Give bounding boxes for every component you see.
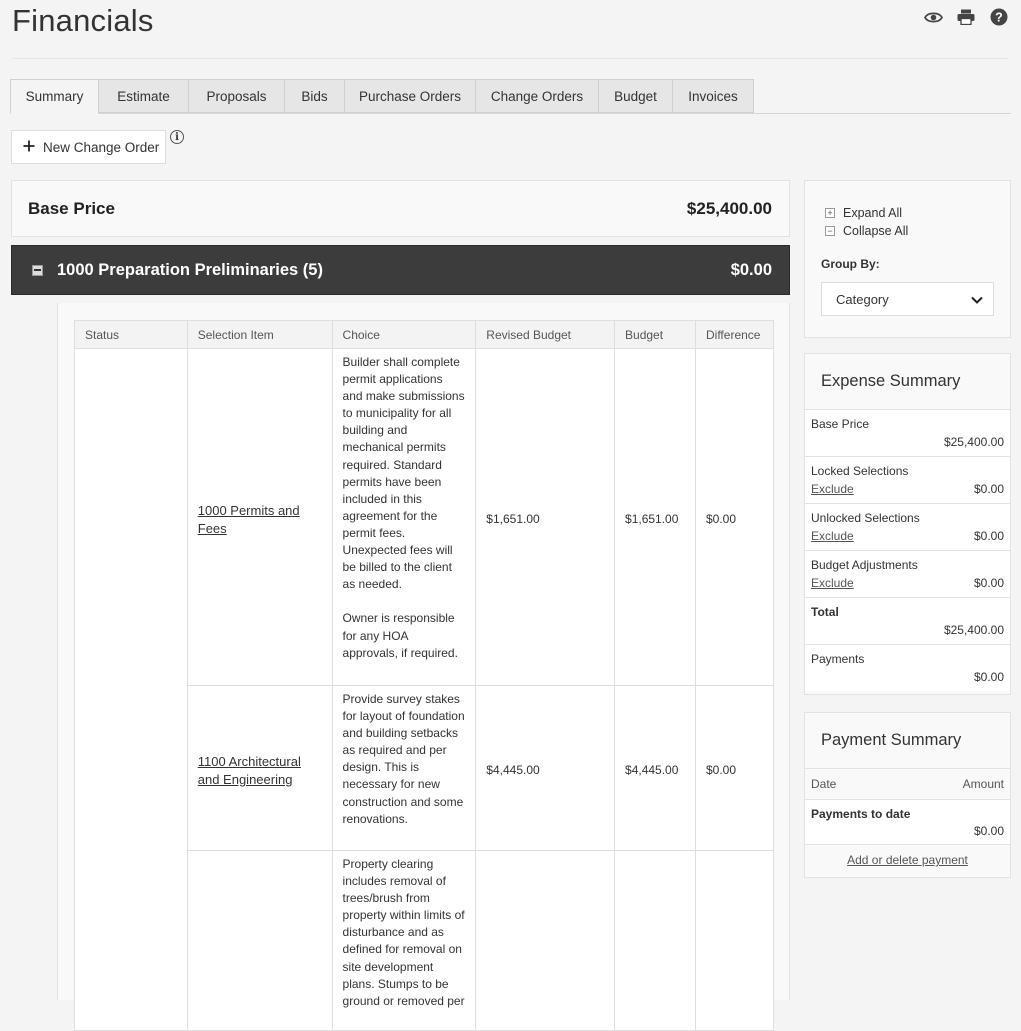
selection-item-link[interactable]: 1100 Architectural and Engineering (198, 754, 301, 787)
base-price-label: Base Price (28, 198, 115, 218)
page-title: Financials (12, 3, 154, 38)
col-amount: Amount (962, 777, 1004, 791)
expense-item-value: $0.00 (973, 529, 1004, 543)
payment-summary-panel: Payment Summary Date Amount Payments to … (804, 712, 1011, 878)
tab-budget[interactable]: Budget (598, 79, 673, 113)
budget-cell (614, 850, 696, 1031)
table-row: 1000 Permits and Fees Builder shall comp… (74, 348, 775, 1031)
table-header-row: Status Selection Item Choice Revised Bud… (74, 320, 775, 349)
budget-cell: $4,445.00 (614, 685, 696, 851)
plus-icon (23, 140, 35, 155)
expense-item: Locked Selections Exclude $0.00 (805, 457, 1010, 504)
col-revised-budget: Revised Budget (475, 320, 616, 349)
expense-item: Unlocked Selections Exclude $0.00 (805, 504, 1010, 551)
col-selection-item: Selection Item (186, 320, 333, 349)
status-cell (74, 348, 188, 1031)
col-status: Status (74, 320, 188, 349)
expense-summary-panel: Expense Summary Base Price $25,400.00 Lo… (804, 353, 1011, 695)
eye-icon[interactable] (923, 8, 943, 26)
printer-icon[interactable] (956, 8, 976, 26)
new-change-order-button[interactable]: New Change Order (11, 130, 166, 164)
view-options-panel: + Expand All − Collapse All Group By: Ca… (804, 180, 1011, 338)
base-price-value: $25,400.00 (686, 198, 772, 218)
tabs-divider (10, 113, 1011, 114)
expense-item-label: Locked Selections (811, 464, 909, 478)
expense-item: Payments $0.00 (805, 645, 1010, 691)
expense-item-label: Payments (811, 652, 865, 666)
selection-table-container: Status Selection Item Choice Revised Bud… (57, 303, 790, 1031)
difference-cell: $0.00 (694, 685, 775, 851)
choice-cell: Provide survey stakes for layout of foun… (331, 685, 477, 851)
expense-item-value: $0.00 (973, 576, 1004, 590)
collapse-all-label: Collapse All (843, 224, 909, 238)
category-total: $0.00 (730, 260, 772, 279)
expense-item-value: $0.00 (973, 670, 1004, 684)
collapse-category-icon[interactable] (32, 264, 43, 276)
expense-item: Budget Adjustments Exclude $0.00 (805, 551, 1010, 598)
exclude-link[interactable]: Exclude (811, 528, 854, 544)
selection-item-link[interactable]: 1000 Permits and Fees (198, 503, 300, 536)
chevron-down-icon (971, 292, 983, 307)
help-icon[interactable]: ? (989, 8, 1009, 26)
payments-to-date-value: $0.00 (973, 824, 1004, 838)
payments-to-date-label: Payments to date (811, 807, 911, 821)
expense-item: Base Price $25,400.00 (805, 410, 1010, 457)
selection-table: Status Selection Item Choice Revised Bud… (74, 320, 775, 1031)
payments-to-date-row: Payments to date $0.00 (805, 800, 1010, 845)
tab-bar: Summary Estimate Proposals Bids Purchase… (10, 79, 1021, 114)
budget-cell: $1,651.00 (614, 348, 696, 686)
col-choice: Choice (331, 320, 477, 349)
expense-total-label: Total (811, 605, 839, 619)
payment-table-header: Date Amount (805, 769, 1010, 800)
payment-summary-title: Payment Summary (805, 713, 1010, 769)
header-divider (12, 58, 1009, 59)
col-difference: Difference (694, 320, 775, 349)
expand-all-button[interactable]: + Expand All (825, 206, 902, 220)
expand-icon: + (825, 208, 835, 218)
expand-all-label: Expand All (843, 206, 903, 220)
group-by-value: Category (836, 291, 889, 307)
collapse-all-button[interactable]: − Collapse All (825, 224, 908, 238)
revised-budget-cell: $4,445.00 (475, 685, 616, 851)
tab-purchase-orders[interactable]: Purchase Orders (344, 79, 476, 113)
add-delete-payment-link[interactable]: Add or delete payment (805, 845, 1010, 867)
header-actions: ? (923, 8, 1009, 26)
expense-total-value: $25,400.00 (943, 623, 1004, 637)
expense-item-value: $0.00 (973, 482, 1004, 496)
col-budget: Budget (614, 320, 696, 349)
collapse-icon: − (825, 226, 835, 236)
expense-item-label: Budget Adjustments (811, 558, 918, 572)
tab-change-orders[interactable]: Change Orders (475, 79, 599, 113)
group-by-select[interactable]: Category (821, 282, 994, 316)
tab-estimate[interactable]: Estimate (98, 79, 189, 113)
expense-item-label: Unlocked Selections (811, 511, 920, 525)
info-icon[interactable]: i (170, 130, 184, 144)
col-date: Date (811, 777, 837, 791)
expense-item-label: Base Price (811, 417, 870, 431)
category-name: 1000 Preparation Preliminaries (5) (57, 260, 323, 279)
difference-cell: $0.00 (694, 348, 775, 686)
expense-item-value: $25,400.00 (943, 435, 1004, 449)
difference-cell (694, 850, 775, 1031)
revised-budget-cell (475, 850, 616, 1031)
expense-summary-title: Expense Summary (805, 354, 1010, 410)
tab-bids[interactable]: Bids (284, 79, 345, 113)
tab-proposals[interactable]: Proposals (188, 79, 285, 113)
tab-invoices[interactable]: Invoices (672, 79, 754, 113)
choice-cell: Property clearing includes removal of tr… (331, 850, 477, 1031)
group-by-label: Group By: (821, 257, 880, 271)
revised-budget-cell: $1,651.00 (475, 348, 616, 686)
exclude-link[interactable]: Exclude (811, 575, 854, 591)
svg-text:?: ? (995, 11, 1003, 25)
base-price-bar: Base Price $25,400.00 (11, 180, 790, 237)
tab-summary[interactable]: Summary (10, 79, 99, 114)
expense-total: Total $25,400.00 (805, 598, 1010, 645)
exclude-link[interactable]: Exclude (811, 481, 854, 497)
new-change-order-label: New Change Order (43, 139, 160, 155)
choice-cell: Builder shall complete permit applicatio… (331, 348, 477, 686)
category-header: 1000 Preparation Preliminaries (5) $0.00 (11, 245, 790, 295)
